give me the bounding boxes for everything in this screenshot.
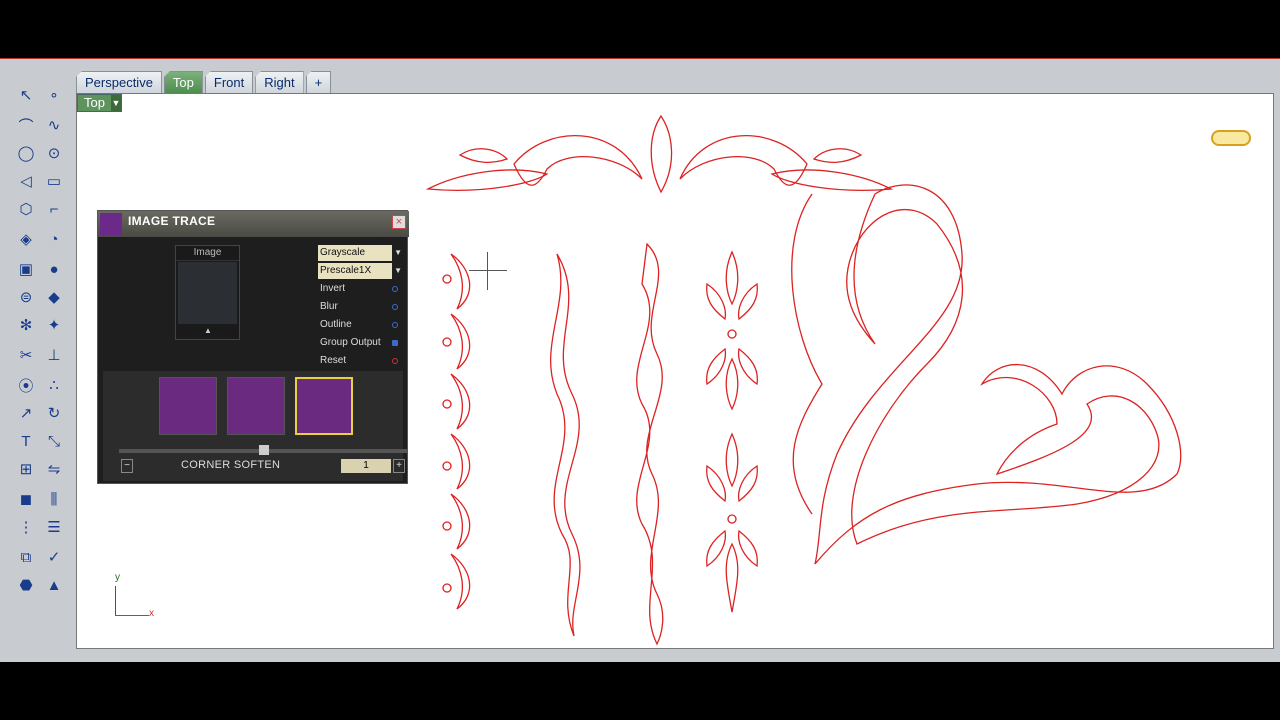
prescale-dropdown[interactable]: Prescale1X ▼ (318, 263, 402, 279)
axis-x-label: x (149, 608, 154, 619)
ornament-curve (450, 253, 471, 310)
select-arrow-icon[interactable]: ↖ (14, 83, 38, 107)
image-thumbnail (178, 262, 237, 324)
move-icon[interactable]: ↗ (14, 401, 38, 425)
text-icon[interactable]: T (14, 429, 38, 453)
viewport-tabs: Perspective Top Front Right + (76, 71, 332, 93)
loft-icon[interactable]: ◔ (42, 227, 66, 251)
corner-soften-label: CORNER SOFTEN (181, 459, 281, 471)
ornament-curve (550, 253, 581, 637)
chevron-down-icon: ▼ (394, 266, 402, 275)
ornament-curve (812, 148, 863, 163)
ornament-curve (450, 553, 471, 610)
swan-curve (814, 184, 1182, 565)
split-icon[interactable]: ⊥ (42, 343, 66, 367)
preset-swatch-2[interactable] (227, 377, 285, 435)
ornament-curve (770, 169, 894, 191)
radio-icon (392, 304, 398, 310)
arc-icon[interactable]: ◁ (14, 169, 38, 193)
cursor-crosshair-icon (469, 252, 507, 290)
outline-toggle[interactable]: Outline (318, 317, 402, 333)
polyline-icon[interactable]: ⌒ (14, 113, 38, 137)
ornament-curve (450, 433, 471, 490)
tab-front[interactable]: Front (204, 71, 254, 93)
polygon-icon[interactable]: ⬡ (14, 197, 38, 221)
ellipse-icon[interactable]: ⊙ (42, 141, 66, 165)
ornament-curve (650, 114, 673, 194)
explode-icon[interactable]: ✦ (42, 313, 66, 337)
close-button[interactable]: × (392, 215, 406, 229)
rectangle-icon[interactable]: ▭ (42, 169, 66, 193)
grayscale-dropdown[interactable]: Grayscale ▼ (318, 245, 402, 261)
panel-title: IMAGE TRACE (128, 214, 216, 228)
radio-icon (392, 322, 398, 328)
tab-top[interactable]: Top (163, 71, 203, 93)
tab-perspective[interactable]: Perspective (76, 71, 162, 93)
preset-tray: − CORNER SOFTEN 1 + (103, 371, 407, 481)
ornament-curve (513, 135, 643, 186)
gem-ring-icon (1211, 130, 1251, 146)
render-icon[interactable]: ⬣ (14, 573, 38, 597)
decrement-button[interactable]: − (121, 459, 133, 473)
analyze-icon[interactable]: ⧉ (14, 545, 38, 569)
ornament-curve (679, 135, 808, 186)
sphere-icon[interactable]: ● (42, 257, 66, 281)
ornament-curve (458, 148, 509, 163)
group-output-toggle[interactable]: Group Output (318, 335, 402, 351)
blur-toggle[interactable]: Blur (318, 299, 402, 315)
chevron-up-icon[interactable]: ▲ (204, 326, 212, 335)
ornament-curve (636, 242, 664, 646)
circle-icon[interactable]: ◯ (14, 141, 38, 165)
gear-icon[interactable]: ✻ (14, 313, 38, 337)
plane-icon[interactable]: ◆ (42, 285, 66, 309)
preset-slider[interactable] (119, 445, 407, 455)
rotate-icon[interactable]: ↻ (42, 401, 66, 425)
cylinder-icon[interactable]: ⊜ (14, 285, 38, 309)
ornament-curve (450, 313, 471, 370)
image-label: Image (176, 246, 239, 261)
image-trace-panel: IMAGE TRACE × Image ▲ Grayscale ▼ Prescal… (97, 210, 409, 484)
layer-icon[interactable]: ☰ (42, 515, 66, 539)
point-icon[interactable]: ∘ (42, 83, 66, 107)
reset-icon (392, 358, 398, 364)
toggle-on-icon (392, 340, 398, 346)
ornament-curve (425, 169, 549, 191)
axis-y-label: y (115, 572, 120, 583)
image-preview[interactable]: Image ▲ (175, 245, 240, 340)
scale-icon[interactable]: ⤡ (42, 429, 66, 453)
invert-toggle[interactable]: Invert (318, 281, 402, 297)
trim-icon[interactable]: ✂ (14, 343, 38, 367)
preset-swatch-3[interactable] (295, 377, 353, 435)
array-icon[interactable]: ⫼ (42, 487, 66, 511)
material-icon[interactable]: ▲ (42, 573, 66, 597)
corner-soften-row: − CORNER SOFTEN 1 + (121, 459, 405, 475)
ornament-curve (450, 493, 471, 550)
swan-curve (791, 193, 823, 515)
tools-toolbar: ↖ ∘ ⌒ ∿ ◯ ⊙ ◁ ▭ ⬡ ⌐ ◈ ◔ ▣ ● ⊜ ◆ ✻ ✦ ✂ ⊥ … (8, 79, 72, 659)
axis-indicator: y x (113, 572, 163, 620)
corner-soften-value[interactable]: 1 (341, 459, 391, 473)
array-grid-icon[interactable]: ⋮ (14, 515, 38, 539)
box-icon[interactable]: ▣ (14, 257, 38, 281)
surface-icon[interactable]: ◈ (14, 227, 38, 251)
mirror-icon[interactable]: ⇋ (42, 457, 66, 481)
tab-add[interactable]: + (305, 71, 332, 93)
boolean-icon[interactable]: ⦿ (14, 373, 38, 397)
check-icon[interactable]: ✓ (42, 545, 66, 569)
slider-knob[interactable] (259, 445, 269, 455)
grid-icon[interactable]: ⊞ (14, 457, 38, 481)
points-icon[interactable]: ∴ (42, 373, 66, 397)
image-trace-icon (100, 213, 122, 235)
chevron-down-icon: ▼ (394, 248, 402, 257)
fillet-icon[interactable]: ⌐ (42, 197, 66, 221)
increment-button[interactable]: + (393, 459, 405, 473)
solid-icon[interactable]: ◼ (14, 487, 38, 511)
curve-icon[interactable]: ∿ (42, 113, 66, 137)
preset-swatch-1[interactable] (159, 377, 217, 435)
ornament-curve (450, 373, 471, 430)
radio-icon (392, 286, 398, 292)
panel-titlebar[interactable]: IMAGE TRACE × (98, 211, 409, 237)
reset-button[interactable]: Reset (318, 353, 402, 369)
tab-right[interactable]: Right (255, 71, 304, 93)
